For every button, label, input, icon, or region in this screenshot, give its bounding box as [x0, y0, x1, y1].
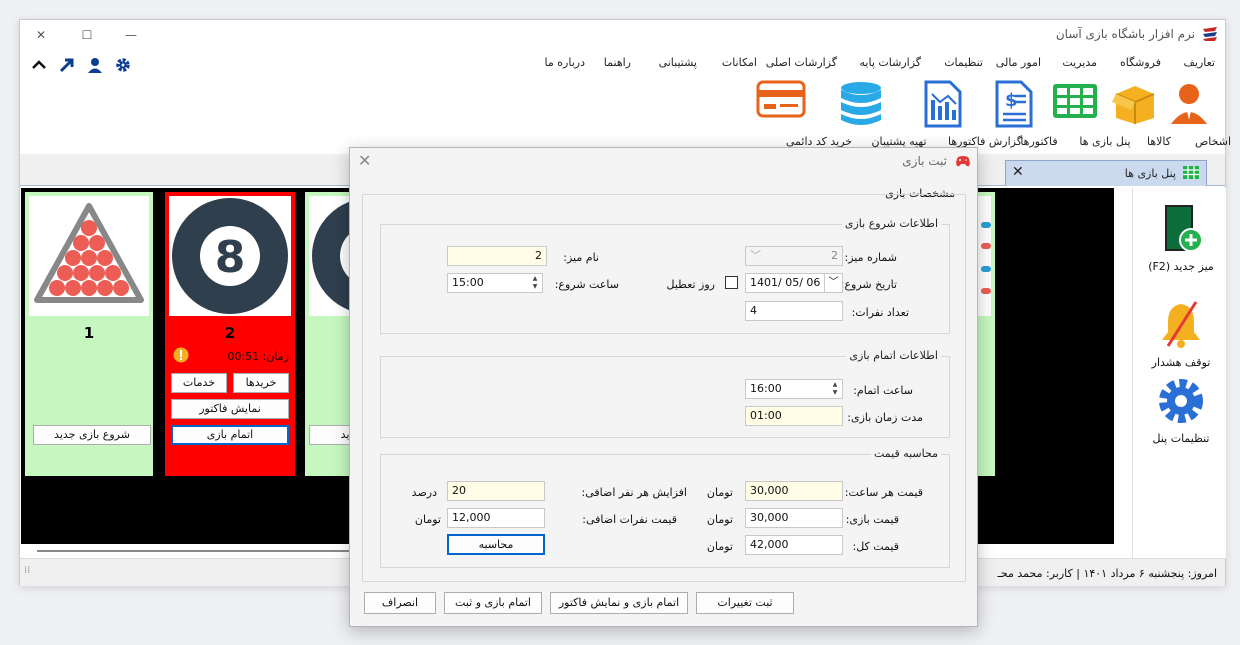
- stop-alarm-button[interactable]: توقف هشدار: [1141, 300, 1221, 369]
- resize-grip-icon[interactable]: ⁞⁞: [24, 565, 30, 576]
- menu-finance[interactable]: امور مالی: [996, 56, 1041, 69]
- title-bar: نرم افزار باشگاه بازی آسان — ☐ ✕: [20, 20, 1225, 50]
- report-chart-icon: [924, 80, 962, 128]
- new-table-button[interactable]: میز جدید (F2): [1141, 204, 1221, 273]
- start-time-input[interactable]: 15:00 ▲ ▼: [447, 273, 543, 293]
- panel-settings-button[interactable]: تنظیمات پنل: [1141, 376, 1221, 445]
- ribbon-toolbar: اشخاص کالاها پنل بازی ها $ فاکتورها گزار…: [20, 76, 1231, 154]
- right-side-panel: میز جدید (F2) توقف هشدار تنظیمات پنل: [1132, 188, 1226, 558]
- menu-definitions[interactable]: تعاریف: [1184, 56, 1215, 69]
- extra-people-price-field: 12,000: [447, 508, 545, 528]
- grid-table-icon: [1053, 84, 1097, 118]
- chevron-down-icon[interactable]: ﹀: [824, 274, 842, 292]
- total-price-field: 42,000: [745, 535, 843, 555]
- gear-icon[interactable]: [114, 56, 132, 74]
- menu-bar: تعاریف فروشگاه مدیریت امور مالی تنظیمات …: [20, 50, 1225, 76]
- svg-text:$: $: [1005, 90, 1018, 111]
- menu-basic-reports[interactable]: گزارشات پایه: [860, 56, 921, 69]
- menu-store[interactable]: فروشگاه: [1120, 56, 1161, 69]
- close-tab-button[interactable]: ✕: [1012, 164, 1024, 180]
- table-number: 1: [83, 324, 95, 342]
- credit-card-icon: [756, 80, 806, 118]
- invoice-dollar-icon: $: [995, 80, 1033, 128]
- box-icon: [1112, 86, 1155, 124]
- arrow-up-right-icon[interactable]: [58, 56, 76, 74]
- save-changes-button[interactable]: ثبت تغییرات: [696, 592, 794, 614]
- menu-help[interactable]: راهنما: [604, 56, 631, 69]
- purchases-button[interactable]: خریدها: [233, 373, 289, 393]
- user-icon[interactable]: [86, 56, 104, 74]
- hourly-price-input[interactable]: 30,000: [745, 481, 843, 501]
- finish-game-button[interactable]: اتمام بازی: [171, 425, 289, 445]
- app-title: نرم افزار باشگاه بازی آسان: [1055, 27, 1195, 41]
- show-invoice-button[interactable]: نمایش فاکتور: [171, 399, 289, 419]
- group-end-info: اطلاعات اتمام بازی: [380, 349, 950, 438]
- gear-icon: [1159, 379, 1203, 423]
- dialog-title: ثبت بازی: [902, 154, 947, 168]
- time-spinner-icon[interactable]: ▲ ▼: [829, 381, 841, 397]
- new-table-door-icon: [1165, 205, 1203, 252]
- chevron-down-icon: ﹀: [750, 249, 761, 262]
- menu-settings[interactable]: تنظیمات: [944, 56, 983, 69]
- start-new-game-button[interactable]: شروع بازی جدید: [33, 425, 151, 445]
- ribbon-buy-code-button[interactable]: خرید کد دائمی: [743, 78, 852, 150]
- tab-game-panel[interactable]: پنل بازی ها ✕: [1005, 160, 1207, 186]
- menu-about[interactable]: درباره ما: [545, 56, 585, 69]
- menu-support[interactable]: پشتیبانی: [659, 56, 697, 69]
- menu-main-reports[interactable]: گزارشات اصلی: [766, 56, 837, 69]
- people-count-input[interactable]: 4: [745, 301, 843, 321]
- collapse-chevron-icon[interactable]: [30, 56, 48, 74]
- register-game-dialog: ثبت بازی ✕ مشخصات بازی اطلاعات شروع بازی…: [349, 147, 978, 627]
- close-window-button[interactable]: ✕: [26, 24, 56, 46]
- elapsed-time: زمان: 00:51: [227, 350, 289, 363]
- game-price-field: 30,000: [745, 508, 843, 528]
- menu-features[interactable]: امکانات: [722, 56, 757, 69]
- calculate-button[interactable]: محاسبه: [447, 534, 545, 555]
- svg-text:8: 8: [215, 232, 246, 283]
- minimize-button[interactable]: —: [116, 24, 146, 46]
- start-date-picker[interactable]: 1401/ 05/ 06 ﹀: [745, 273, 843, 293]
- duration-field: 01:00: [745, 406, 843, 426]
- app-logo-icon: [1203, 27, 1217, 41]
- time-spinner-icon[interactable]: ▲ ▼: [529, 275, 541, 291]
- gamepad-icon: [956, 156, 970, 167]
- database-icon: [841, 82, 881, 125]
- holiday-checkbox[interactable]: [725, 276, 738, 289]
- billiard-triangle-icon: [34, 203, 144, 303]
- table-card-2[interactable]: 8 2 زمان: 00:51 خدمات خریدها نمایش فاکتو…: [165, 192, 295, 476]
- finish-save-button[interactable]: اتمام بازی و ثبت: [444, 592, 542, 614]
- extra-person-increase-input[interactable]: 20: [447, 481, 545, 501]
- warning-icon: [173, 347, 189, 363]
- grid-table-icon: [1183, 166, 1199, 179]
- bell-off-icon: [1162, 301, 1200, 348]
- eight-ball-icon: 8: [172, 198, 288, 314]
- finish-show-invoice-button[interactable]: اتمام بازی و نمایش فاکتور: [550, 592, 688, 614]
- cancel-button[interactable]: انصراف: [364, 592, 436, 614]
- table-number-field: 2 ﹀: [745, 246, 843, 266]
- dialog-close-button[interactable]: ✕: [358, 151, 371, 170]
- end-time-input[interactable]: 16:00 ▲ ▼: [745, 379, 843, 399]
- table-card-1[interactable]: 1 شروع بازی جدید: [25, 192, 153, 476]
- status-text: امروز: پنجشنبه ۶ مرداد ۱۴۰۱ | کاربر: محم…: [997, 567, 1217, 580]
- services-button[interactable]: خدمات: [171, 373, 227, 393]
- table-name-input[interactable]: 2: [447, 246, 547, 266]
- menu-management[interactable]: مدیریت: [1062, 56, 1097, 69]
- table-number: 2: [224, 324, 236, 342]
- person-icon: [1171, 84, 1207, 124]
- scrollbar-thumb[interactable]: [37, 550, 357, 552]
- table-card-4[interactable]: [977, 192, 995, 476]
- maximize-button[interactable]: ☐: [72, 24, 102, 46]
